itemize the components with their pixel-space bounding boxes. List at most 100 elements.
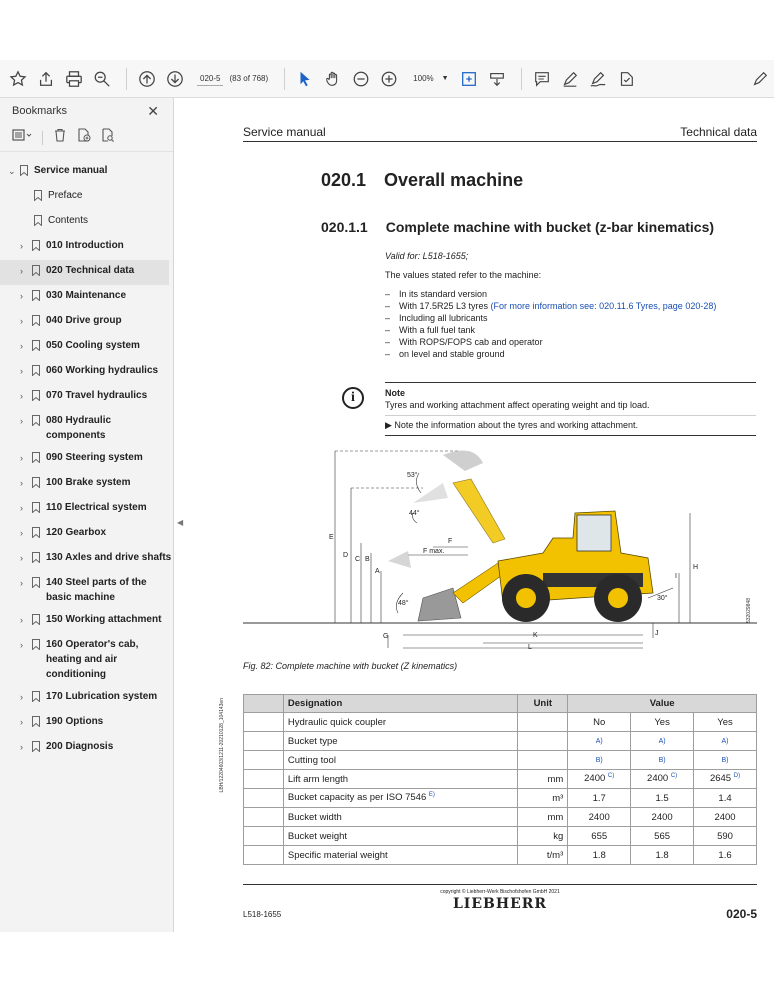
chevron-right-icon[interactable]: › — [20, 238, 32, 254]
document-view[interactable]: Service manual Technical data 020.1 Over… — [187, 98, 774, 932]
bookmark-160[interactable]: › 160 Operator's cab, heating and air co… — [0, 634, 173, 686]
hand-tool-icon[interactable] — [321, 67, 345, 91]
footnote-link[interactable]: A) — [693, 731, 757, 751]
bookmark-star-icon[interactable] — [6, 67, 30, 91]
footnote-link[interactable]: E) — [429, 792, 435, 798]
bookmark-050[interactable]: › 050 Cooling system — [0, 335, 173, 360]
table-cell: Bucket width — [282, 807, 519, 827]
bookmark-icon — [32, 550, 46, 568]
chevron-right-icon[interactable]: › — [20, 413, 32, 429]
bookmark-190[interactable]: › 190 Options — [0, 711, 173, 736]
page-number-input[interactable]: 020-5 — [197, 72, 224, 86]
table-header-value: Value — [567, 694, 757, 713]
stamp-icon[interactable] — [614, 67, 638, 91]
list-item: With ROPS/FOPS cab and operator — [385, 336, 755, 348]
chevron-right-icon[interactable]: › — [20, 739, 32, 755]
footnote-link[interactable]: B) — [630, 750, 695, 770]
pen-icon[interactable] — [558, 67, 582, 91]
bookmark-130[interactable]: › 130 Axles and drive shafts — [0, 547, 173, 572]
table-cell: t/m³ — [517, 845, 569, 865]
find-bookmark-icon[interactable] — [101, 128, 115, 147]
bookmark-080[interactable]: › 080 Hydraulic components — [0, 410, 173, 447]
chevron-right-icon[interactable]: › — [20, 263, 32, 279]
table-cell: 2645 D) — [693, 769, 757, 789]
bookmark-100[interactable]: › 100 Brake system — [0, 472, 173, 497]
share-icon[interactable] — [34, 67, 58, 91]
bookmark-service-manual[interactable]: ⌄ Service manual — [0, 160, 173, 185]
bookmark-110[interactable]: › 110 Electrical system — [0, 497, 173, 522]
sign-icon[interactable] — [586, 67, 610, 91]
chevron-right-icon[interactable]: › — [20, 363, 32, 379]
edit-link-icon[interactable] — [748, 67, 772, 91]
zoom-out-icon[interactable] — [349, 67, 373, 91]
bookmark-140[interactable]: › 140 Steel parts of the basic machine — [0, 572, 173, 609]
select-cursor-icon[interactable] — [293, 67, 317, 91]
dimension-label: F max. — [423, 548, 444, 555]
table-cell: Yes — [693, 712, 757, 732]
close-icon[interactable]: ✕ — [147, 103, 159, 120]
bookmark-040[interactable]: › 040 Drive group — [0, 310, 173, 335]
prev-page-icon[interactable] — [135, 67, 159, 91]
options-menu-icon[interactable] — [12, 128, 32, 147]
bookmark-090[interactable]: › 090 Steering system — [0, 447, 173, 472]
table-cell: Lift arm length — [282, 769, 519, 789]
chevron-right-icon[interactable]: › — [20, 450, 32, 466]
footnote-link[interactable]: D) — [734, 773, 740, 779]
scroll-mode-icon[interactable] — [485, 67, 509, 91]
section-title: Overall machine — [384, 170, 524, 190]
comment-icon[interactable] — [530, 67, 554, 91]
bookmark-icon — [32, 575, 46, 593]
bookmark-060[interactable]: › 060 Working hydraulics — [0, 360, 173, 385]
chevron-right-icon[interactable]: › — [20, 550, 32, 566]
bookmark-010[interactable]: › 010 Introduction — [0, 235, 173, 260]
tyres-link[interactable]: (For more information see: 020.11.6 Tyre… — [491, 301, 717, 311]
chevron-right-icon[interactable]: › — [20, 689, 32, 705]
bookmark-020[interactable]: › 020 Technical data — [0, 260, 169, 285]
bookmark-label: 070 Travel hydraulics — [46, 390, 148, 401]
table-cell: 1.4 — [693, 788, 757, 808]
footnote-link[interactable]: A) — [567, 731, 632, 751]
bookmark-150[interactable]: › 150 Working attachment — [0, 609, 173, 634]
footnote-link[interactable]: C) — [671, 773, 677, 779]
chevron-down-icon[interactable]: ⌄ — [8, 163, 20, 179]
footnote-link[interactable]: C) — [608, 773, 614, 779]
print-icon[interactable] — [62, 67, 86, 91]
chevron-right-icon[interactable]: › — [20, 288, 32, 304]
footnote-link[interactable]: B) — [567, 750, 632, 770]
chevron-right-icon[interactable]: › — [20, 338, 32, 354]
next-page-icon[interactable] — [163, 67, 187, 91]
page-fit-icon[interactable] — [457, 67, 481, 91]
section-heading: 020.1 Overall machine — [321, 170, 523, 191]
zoom-in-icon[interactable] — [377, 67, 401, 91]
bookmarks-header: Bookmarks ✕ — [0, 98, 173, 124]
chevron-right-icon[interactable]: › — [20, 575, 32, 591]
chevron-right-icon[interactable]: › — [20, 388, 32, 404]
subsection-number: 020.1.1 — [321, 219, 368, 235]
chevron-right-icon[interactable]: › — [20, 500, 32, 516]
footnote-link[interactable]: B) — [693, 750, 757, 770]
chevron-right-icon[interactable]: › — [20, 475, 32, 491]
zoom-select[interactable]: 100% ▼ — [413, 74, 448, 83]
bookmark-preface[interactable]: Preface — [0, 185, 173, 210]
chevron-right-icon[interactable]: › — [20, 637, 32, 653]
bookmark-label: 090 Steering system — [46, 452, 143, 463]
add-bookmark-icon[interactable] — [77, 128, 91, 147]
chevron-right-icon[interactable]: › — [20, 525, 32, 541]
table-cell: 2400 — [630, 807, 695, 827]
bookmark-contents[interactable]: Contents — [0, 210, 173, 235]
footnote-link[interactable]: A) — [630, 731, 695, 751]
bookmark-030[interactable]: › 030 Maintenance — [0, 285, 173, 310]
chevron-right-icon[interactable]: › — [20, 714, 32, 730]
zoom-search-icon[interactable] — [90, 67, 114, 91]
trash-icon[interactable] — [53, 128, 67, 147]
footer-model: L518-1655 — [243, 910, 282, 919]
bookmark-200[interactable]: › 200 Diagnosis — [0, 736, 173, 761]
bookmark-icon — [32, 637, 46, 655]
bookmark-170[interactable]: › 170 Lubrication system — [0, 686, 173, 711]
bookmark-070[interactable]: › 070 Travel hydraulics — [0, 385, 173, 410]
chevron-right-icon[interactable]: › — [20, 612, 32, 628]
table-cell: 2400 — [567, 807, 632, 827]
chevron-right-icon[interactable]: › — [20, 313, 32, 329]
bookmark-120[interactable]: › 120 Gearbox — [0, 522, 173, 547]
collapse-panel-icon[interactable]: ◀ — [177, 518, 183, 527]
